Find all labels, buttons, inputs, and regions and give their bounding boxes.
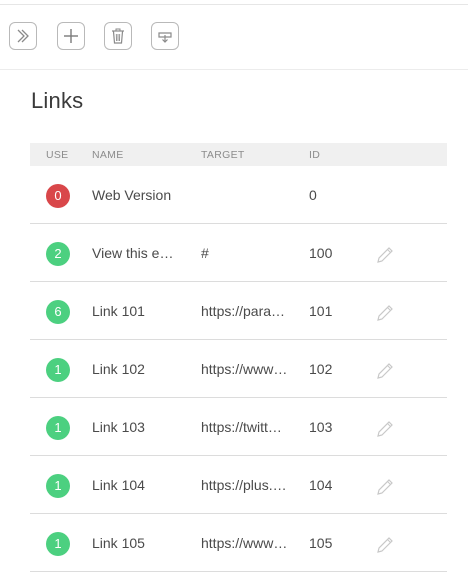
column-header-target: TARGET — [201, 149, 245, 161]
pencil-icon[interactable] — [374, 418, 396, 440]
table-row[interactable]: 1 Link 104 https://plus.… 104 — [30, 456, 447, 514]
link-target: https://twitt… — [201, 419, 282, 435]
link-id: 102 — [309, 361, 333, 377]
toolbar — [0, 6, 468, 69]
pencil-icon[interactable] — [374, 244, 396, 266]
link-target: https://para… — [201, 303, 286, 319]
toolbar-divider — [0, 69, 468, 70]
use-count-badge: 1 — [46, 358, 70, 382]
plus-icon — [64, 29, 78, 43]
table-row[interactable]: 1 Link 103 https://twitt… 103 — [30, 398, 447, 456]
expand-button[interactable] — [9, 22, 37, 50]
page-title: Links — [31, 88, 84, 113]
add-link-button[interactable] — [57, 22, 85, 50]
table-header: USE NAME TARGET ID — [30, 143, 447, 166]
export-button[interactable] — [151, 22, 179, 50]
link-id: 101 — [309, 303, 333, 319]
top-divider — [0, 4, 468, 5]
link-name: Web Version — [92, 187, 172, 203]
link-id: 105 — [309, 535, 333, 551]
pencil-icon[interactable] — [374, 302, 396, 324]
table-row[interactable]: 1 Link 102 https://www… 102 — [30, 340, 447, 398]
link-name: Link 105 — [92, 535, 145, 551]
use-count-badge: 1 — [46, 474, 70, 498]
table-row[interactable]: 1 Link 105 https://www… 105 — [30, 514, 447, 572]
table-row[interactable]: 6 Link 101 https://para… 101 — [30, 282, 447, 340]
link-name: Link 103 — [92, 419, 145, 435]
column-header-name: NAME — [92, 149, 124, 161]
link-id: 100 — [309, 245, 333, 261]
link-target: # — [201, 245, 209, 261]
column-header-use: USE — [46, 149, 69, 161]
use-count-badge: 6 — [46, 300, 70, 324]
link-target: https://www… — [201, 361, 288, 377]
use-count-badge: 1 — [46, 532, 70, 556]
link-name: Link 101 — [92, 303, 145, 319]
chevron-right-double-icon — [17, 29, 29, 43]
link-name: View this e… — [92, 245, 174, 261]
table-row[interactable]: 2 View this e… # 100 — [30, 224, 447, 282]
pencil-icon[interactable] — [374, 360, 396, 382]
download-tray-icon — [158, 32, 172, 43]
link-name: Link 104 — [92, 477, 145, 493]
link-id: 104 — [309, 477, 333, 493]
use-count-badge: 1 — [46, 416, 70, 440]
trash-icon — [112, 28, 124, 44]
pencil-icon[interactable] — [374, 534, 396, 556]
link-id: 0 — [309, 187, 317, 203]
links-table: USE NAME TARGET ID 0 Web Version 0 2 Vie… — [30, 143, 447, 572]
column-header-id: ID — [309, 149, 321, 161]
pencil-icon[interactable] — [374, 476, 396, 498]
link-target: https://www… — [201, 535, 288, 551]
link-name: Link 102 — [92, 361, 145, 377]
use-count-badge: 2 — [46, 242, 70, 266]
table-row[interactable]: 0 Web Version 0 — [30, 166, 447, 224]
delete-button[interactable] — [104, 22, 132, 50]
use-count-badge: 0 — [46, 184, 70, 208]
link-id: 103 — [309, 419, 333, 435]
link-target: https://plus.… — [201, 477, 287, 493]
